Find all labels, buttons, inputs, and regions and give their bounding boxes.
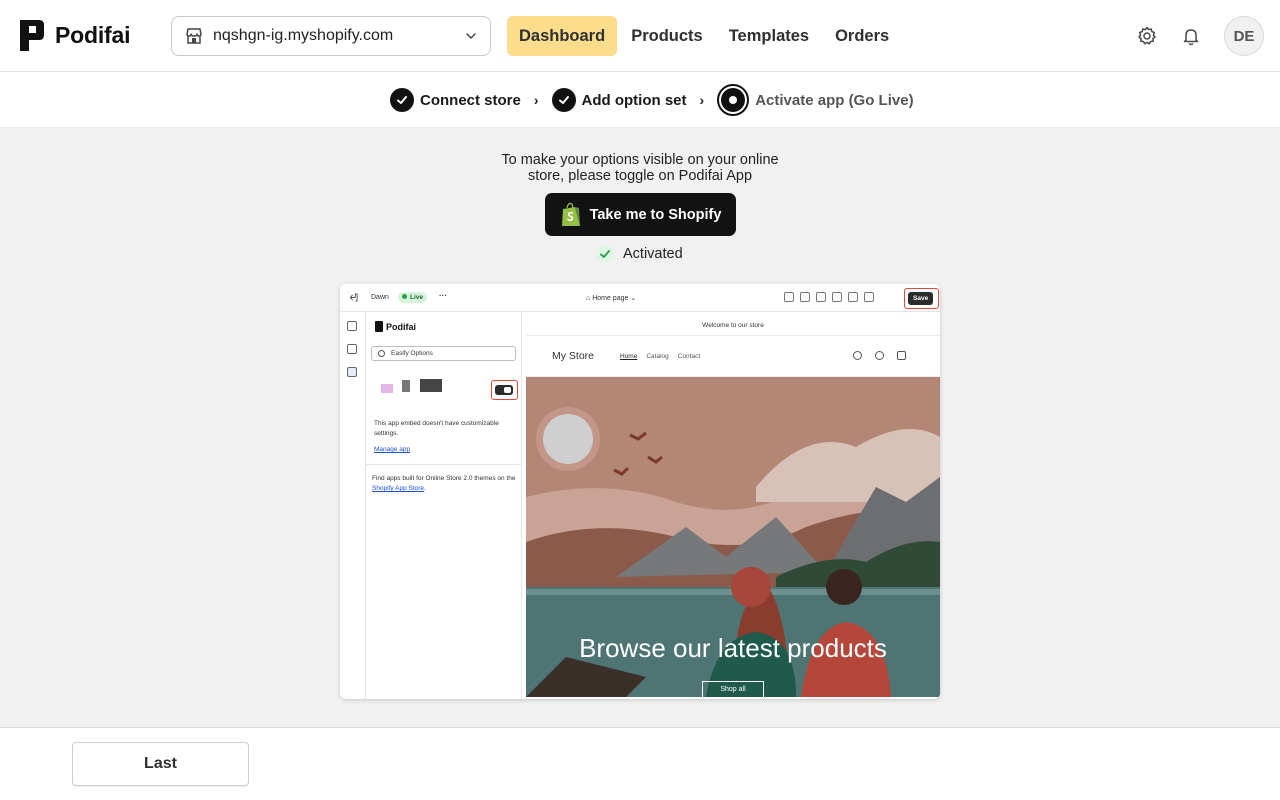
nav-products[interactable]: Products bbox=[619, 16, 715, 56]
preview-toolbar-icons bbox=[784, 292, 874, 302]
last-button-label: Last bbox=[144, 755, 177, 772]
step-activate-app[interactable]: Activate app (Go Live) bbox=[717, 84, 914, 116]
store-header-icons bbox=[853, 351, 906, 360]
step-add-option-set[interactable]: Add option set bbox=[551, 88, 687, 112]
step-3-label: Activate app (Go Live) bbox=[755, 91, 914, 109]
step-complete-icon bbox=[551, 88, 576, 112]
store-name: My Store bbox=[552, 350, 595, 362]
podifai-logo-icon bbox=[20, 20, 44, 51]
step-current-icon bbox=[717, 84, 750, 116]
avatar-initials: DE bbox=[1233, 27, 1255, 45]
nav-templates[interactable]: Templates bbox=[717, 16, 821, 56]
last-button[interactable]: Last bbox=[72, 742, 249, 786]
search-icon bbox=[853, 351, 862, 360]
nav-dashboard-label: Dashboard bbox=[519, 26, 606, 45]
preview-app-name: Podifai bbox=[386, 321, 417, 332]
instructions-line-2: store, please toggle on Podifai App bbox=[527, 168, 753, 184]
preview-page-label: Home page bbox=[592, 295, 629, 302]
user-avatar[interactable]: DE bbox=[1224, 16, 1264, 56]
activation-status: Activated bbox=[596, 245, 683, 263]
nav-orders[interactable]: Orders bbox=[823, 16, 901, 56]
store-announcement: Welcome to our store bbox=[526, 316, 940, 336]
preview-blurred-embed-item bbox=[373, 378, 453, 396]
preview-embed-toggle bbox=[495, 385, 513, 395]
take-me-to-shopify-button[interactable]: Take me to Shopify bbox=[545, 193, 736, 236]
preview-app-embeds-panel: Podifai Easify Options This app embed do… bbox=[366, 312, 522, 699]
preview-storefront: Welcome to our store My Store Home Catal… bbox=[526, 316, 940, 699]
step-connect-store[interactable]: Connect store bbox=[390, 88, 521, 112]
chevron-down-icon bbox=[466, 33, 476, 39]
store-header: My Store Home Catalog Contact bbox=[526, 336, 940, 377]
account-icon bbox=[875, 351, 884, 360]
top-navigation: Podifai nqshgn-ig.myshopify.com Dashboar… bbox=[0, 0, 1280, 72]
nav-orders-label: Orders bbox=[835, 26, 890, 45]
preview-tool-icon bbox=[784, 292, 794, 302]
preview-search-field: Easify Options bbox=[371, 346, 516, 361]
preview-undo-icon bbox=[864, 292, 874, 302]
hero-shop-all-button: Shop all bbox=[702, 681, 764, 697]
preview-page-select: ⌂ Home page ⌄ bbox=[586, 295, 637, 302]
chevron-right-icon: › bbox=[533, 92, 539, 108]
sections-icon bbox=[347, 321, 357, 331]
save-highlight-ring bbox=[904, 288, 939, 309]
bell-icon[interactable] bbox=[1180, 25, 1202, 47]
preview-mobile-icon bbox=[848, 292, 858, 302]
settings-icon bbox=[347, 344, 357, 354]
brand-logo[interactable]: Podifai bbox=[19, 19, 130, 52]
gear-icon[interactable] bbox=[1136, 25, 1158, 47]
step-1-label: Connect store bbox=[420, 91, 521, 109]
shopify-bag-icon bbox=[561, 202, 580, 226]
check-icon bbox=[596, 245, 614, 263]
app-store-link: Shopify App Store bbox=[372, 485, 425, 492]
footer-bar: Last bbox=[0, 727, 1280, 800]
instructions-line-1: To make your options visible on your onl… bbox=[501, 152, 779, 168]
preview-theme-name: Dawn bbox=[371, 294, 389, 301]
chevron-right-icon: › bbox=[699, 92, 705, 108]
store-nav: Home Catalog Contact bbox=[620, 353, 700, 360]
hero-title: Browse our latest products bbox=[579, 633, 887, 663]
preview-side-rail bbox=[340, 312, 366, 699]
exit-icon bbox=[349, 293, 358, 302]
store-nav-contact: Contact bbox=[677, 353, 701, 360]
preview-find-apps-text: Find apps built for Online Store 2.0 the… bbox=[372, 475, 516, 492]
divider bbox=[366, 464, 522, 465]
preview-tool-icon bbox=[800, 292, 810, 302]
app-embeds-icon bbox=[347, 367, 357, 377]
step-complete-icon bbox=[390, 88, 414, 112]
header-actions: DE bbox=[1136, 16, 1264, 56]
step-2-label: Add option set bbox=[581, 91, 687, 109]
store-selector[interactable]: nqshgn-ig.myshopify.com bbox=[171, 16, 491, 56]
activation-instructions: To make your options visible on your onl… bbox=[440, 152, 840, 184]
main-nav: Dashboard Products Templates Orders bbox=[507, 16, 903, 56]
preview-app-logo: Podifai bbox=[375, 321, 416, 332]
preview-live-badge: Live bbox=[398, 292, 428, 303]
brand-name: Podifai bbox=[55, 22, 131, 48]
onboarding-stepper-bar: Connect store › Add option set › Activat… bbox=[0, 72, 1280, 128]
nav-dashboard[interactable]: Dashboard bbox=[507, 16, 618, 56]
more-icon: ··· bbox=[439, 291, 447, 300]
onboarding-stepper: Connect store › Add option set › Activat… bbox=[390, 84, 914, 116]
store-domain: nqshgn-ig.myshopify.com bbox=[213, 27, 394, 44]
store-icon bbox=[186, 28, 202, 44]
find-apps-text: Find apps built for Online Store 2.0 the… bbox=[372, 475, 516, 482]
nav-templates-label: Templates bbox=[728, 26, 810, 45]
nav-products-label: Products bbox=[631, 26, 703, 45]
theme-editor-preview-image: Dawn Live ··· ⌂ Home page ⌄ Save Podifai… bbox=[340, 284, 940, 699]
store-nav-home: Home bbox=[620, 353, 638, 360]
preview-tablet-icon bbox=[832, 292, 842, 302]
take-me-to-shopify-label: Take me to Shopify bbox=[589, 206, 722, 223]
preview-toolbar: Dawn Live ··· ⌂ Home page ⌄ Save bbox=[340, 284, 940, 312]
preview-manage-app-link: Manage app bbox=[374, 446, 411, 453]
activated-label: Activated bbox=[623, 246, 683, 262]
cart-icon bbox=[897, 351, 906, 360]
store-hero-banner: Browse our latest products Shop all bbox=[526, 377, 940, 697]
preview-desktop-icon bbox=[816, 292, 826, 302]
store-nav-catalog: Catalog bbox=[646, 353, 669, 360]
preview-embed-note: This app embed doesn't have customizable… bbox=[374, 420, 499, 437]
